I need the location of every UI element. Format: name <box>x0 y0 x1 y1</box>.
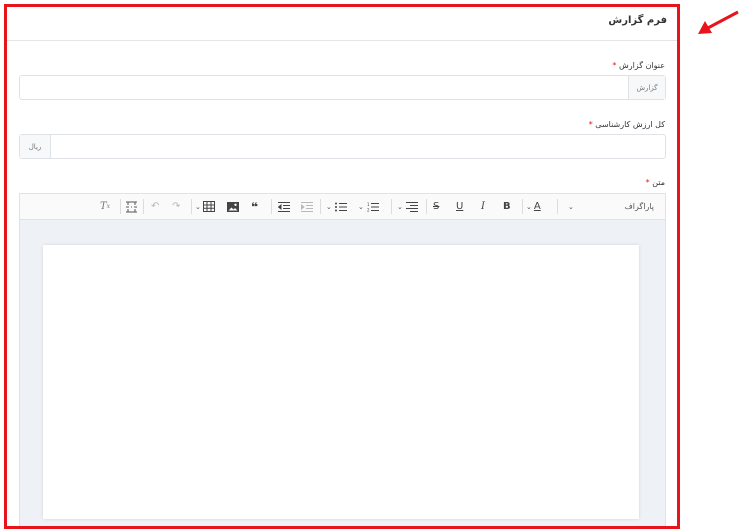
expert-value-label-text: کل ارزش کارشناسی <box>595 120 665 129</box>
heading-dropdown-label: پاراگراف <box>624 202 655 211</box>
chevron-down-icon: ⌄ <box>326 202 332 211</box>
numbered-list-dropdown[interactable]: ⌄ 12 <box>358 198 379 215</box>
editor-page[interactable] <box>43 245 639 519</box>
toolbar-separator <box>191 199 192 214</box>
toolbar-separator <box>143 199 144 214</box>
alignment-dropdown[interactable]: ⌄ <box>397 198 418 215</box>
report-title-input[interactable] <box>20 76 629 99</box>
required-mark: * <box>612 61 617 70</box>
toolbar-separator <box>522 199 523 214</box>
report-title-addon: گزارش <box>628 76 665 99</box>
numbered-list-icon: 12 <box>367 202 379 212</box>
strikethrough-icon[interactable]: S <box>433 198 439 215</box>
indent-icon[interactable] <box>301 198 313 215</box>
insert-image-icon[interactable] <box>227 198 239 215</box>
toolbar-separator <box>391 199 392 214</box>
body-label: متن * <box>646 178 665 187</box>
expert-value-input[interactable] <box>50 135 665 158</box>
undo-icon[interactable]: ↶ <box>151 198 159 215</box>
chevron-down-icon: ⌄ <box>358 202 364 211</box>
body-label-text: متن <box>652 178 665 187</box>
underline-icon[interactable]: U <box>456 198 463 215</box>
report-title-label: عنوان گزارش * <box>612 61 665 70</box>
toolbar-separator <box>557 199 558 214</box>
editor-toolbar: Tx ↶ ↷ ⌄ ❝ ⌄ ⌄ 1 2 ⌄ S U I B ⌄ A ⌄ پاراگ… <box>20 194 665 220</box>
bulleted-list-dropdown[interactable]: ⌄ <box>326 198 347 215</box>
expert-value-field: ریال <box>19 134 666 159</box>
title-divider <box>7 40 677 41</box>
font-color-icon: A <box>533 201 541 212</box>
table-icon <box>202 201 215 212</box>
form-title: فرم گزارش <box>608 15 667 26</box>
toolbar-separator <box>426 199 427 214</box>
font-color-dropdown[interactable]: ⌄ A <box>526 198 541 215</box>
report-form-panel: فرم گزارش عنوان گزارش * گزارش کل ارزش کا… <box>4 4 680 529</box>
svg-text:1: 1 <box>367 202 370 207</box>
rich-text-editor: Tx ↶ ↷ ⌄ ❝ ⌄ ⌄ 1 2 ⌄ S U I B ⌄ A ⌄ پاراگ… <box>19 193 666 526</box>
chevron-down-icon: ⌄ <box>397 202 403 211</box>
redo-icon[interactable]: ↷ <box>172 198 180 215</box>
toolbar-separator <box>120 199 121 214</box>
insert-table-dropdown[interactable]: ⌄ <box>195 198 215 215</box>
bold-icon[interactable]: B <box>503 198 511 215</box>
bulleted-list-icon <box>334 202 347 211</box>
chevron-down-icon: ⌄ <box>195 202 201 211</box>
outdent-icon[interactable] <box>278 198 290 215</box>
chevron-down-icon: ⌄ <box>526 202 532 211</box>
toolbar-separator <box>320 199 321 214</box>
currency-addon: ریال <box>20 135 51 158</box>
report-title-label-text: عنوان گزارش <box>618 61 665 70</box>
expert-value-label: کل ارزش کارشناسی * <box>589 120 665 129</box>
chevron-down-icon: ⌄ <box>568 202 574 211</box>
page-break-icon[interactable] <box>125 198 138 215</box>
report-title-field: گزارش <box>19 75 666 100</box>
remove-format-icon[interactable]: Tx <box>100 198 110 215</box>
pointer-arrow-icon <box>698 10 739 34</box>
heading-dropdown[interactable]: ⌄ پاراگراف <box>560 198 660 215</box>
block-quote-icon[interactable]: ❝ <box>251 198 258 215</box>
svg-text:2: 2 <box>367 207 370 212</box>
align-right-icon <box>405 201 418 212</box>
editor-document-area <box>20 220 665 526</box>
required-mark: * <box>588 120 593 129</box>
toolbar-separator <box>271 199 272 214</box>
italic-icon[interactable]: I <box>481 198 485 215</box>
required-mark: * <box>645 178 650 187</box>
